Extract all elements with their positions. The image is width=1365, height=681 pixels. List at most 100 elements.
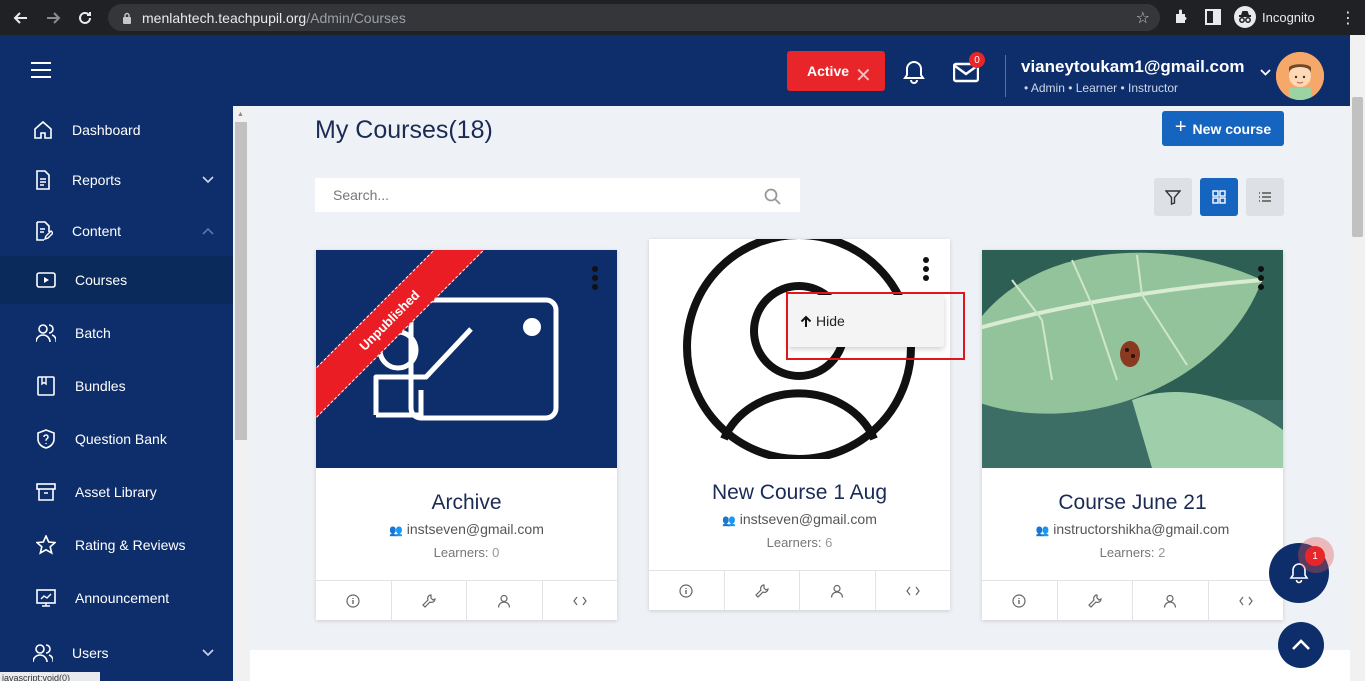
active-status-button[interactable]: Active ✕	[787, 51, 885, 91]
settings-button[interactable]	[1058, 581, 1133, 620]
bell-icon[interactable]	[903, 60, 925, 84]
sidebar-item-label: Batch	[75, 325, 111, 341]
info-button[interactable]	[649, 571, 725, 610]
filter-button[interactable]	[1154, 178, 1192, 216]
more-options-icon[interactable]	[1257, 266, 1265, 294]
sidebar-item-bundles[interactable]: Bundles	[0, 362, 233, 410]
sidebar-item-announcement[interactable]: Announcement	[0, 574, 233, 622]
learners-button[interactable]	[467, 581, 543, 620]
info-icon	[1012, 593, 1026, 608]
sidebar-item-content[interactable]: Content	[0, 207, 233, 255]
close-icon[interactable]: ✕	[855, 63, 872, 88]
user-email[interactable]: vianeytoukam1@gmail.com	[1021, 57, 1245, 77]
more-options-icon[interactable]	[591, 266, 599, 294]
page-scrollbar[interactable]	[1350, 35, 1365, 681]
report-icon	[36, 170, 50, 190]
code-icon	[906, 586, 920, 595]
bookmark-star-icon[interactable]: ☆	[1136, 8, 1150, 28]
info-button[interactable]	[982, 581, 1058, 620]
learners-count: 6	[825, 535, 833, 550]
scroll-to-top-button[interactable]	[1278, 622, 1324, 668]
sidebar-item-users[interactable]: Users	[0, 629, 233, 677]
mail-count-badge: 0	[969, 52, 985, 68]
reload-icon[interactable]	[74, 7, 96, 29]
sidebar-item-asset-library[interactable]: Asset Library	[0, 468, 233, 516]
sidebar-item-label: Question Bank	[75, 431, 167, 447]
user-icon	[498, 594, 511, 608]
course-owner-email: instseven@gmail.com	[406, 521, 544, 537]
course-thumbnail[interactable]	[982, 250, 1283, 468]
sidebar-item-label: Courses	[75, 272, 128, 288]
embed-button[interactable]	[876, 571, 951, 610]
star-icon	[36, 535, 56, 555]
course-actions	[649, 570, 950, 610]
chevron-down-icon[interactable]	[1260, 65, 1271, 79]
chevron-up-icon	[202, 227, 214, 235]
course-owner-email: instseven@gmail.com	[739, 511, 877, 527]
learners-count: 0	[492, 545, 500, 560]
settings-button[interactable]	[392, 581, 467, 620]
info-button[interactable]	[316, 581, 392, 620]
page-scrollbar-thumb[interactable]	[1352, 97, 1363, 237]
learners-label: Learners:	[433, 545, 489, 560]
top-header: Active ✕ 0 vianeytoukam1@gmail.com • Adm…	[0, 35, 1350, 106]
course-actions	[316, 580, 617, 620]
back-icon[interactable]	[10, 7, 32, 29]
settings-button[interactable]	[725, 571, 800, 610]
sidebar-item-reports[interactable]: Reports	[0, 156, 233, 204]
hamburger-menu-icon[interactable]	[31, 62, 51, 78]
code-icon	[573, 596, 587, 605]
course-title[interactable]: Archive	[316, 491, 617, 515]
announcement-chart-icon	[36, 589, 56, 607]
browser-menu-icon[interactable]: ⋮	[1340, 8, 1356, 28]
users-small-icon: 👥	[389, 525, 403, 537]
course-title[interactable]: New Course 1 Aug	[649, 481, 950, 505]
course-owner: 👥 instructorshikha@gmail.com	[982, 521, 1283, 537]
sidebar-item-label: Asset Library	[75, 484, 157, 500]
sidebar-item-rating-reviews[interactable]: Rating & Reviews	[0, 521, 233, 569]
learners-button[interactable]	[1133, 581, 1209, 620]
forward-icon[interactable]	[42, 7, 64, 29]
more-options-icon[interactable]	[922, 257, 930, 285]
sidebar-item-batch[interactable]: Batch	[0, 309, 233, 357]
sidebar-item-label: Bundles	[75, 378, 126, 394]
info-icon	[346, 593, 360, 608]
chevron-down-icon	[202, 176, 214, 184]
course-learners: Learners: 6	[649, 535, 950, 550]
content-panel	[250, 650, 1350, 681]
address-bar[interactable]: menlahtech.teachpupil.org /Admin/Courses…	[108, 4, 1160, 31]
learners-button[interactable]	[800, 571, 876, 610]
user-roles: • Admin • Learner • Instructor	[1024, 81, 1179, 95]
learners-count: 2	[1158, 545, 1166, 560]
sidebar-item-question-bank[interactable]: Question Bank	[0, 415, 233, 463]
scroll-up-arrow-icon[interactable]: ▲	[237, 111, 244, 118]
list-view-button[interactable]	[1246, 178, 1284, 216]
users-small-icon: 👥	[722, 515, 736, 527]
search-input[interactable]	[315, 178, 800, 212]
incognito-label: Incognito	[1262, 9, 1315, 25]
grid-view-button[interactable]	[1200, 178, 1238, 216]
sidebar-scrollbar[interactable]: ▲	[233, 106, 250, 681]
course-card[interactable]: Course June 21 👥 instructorshikha@gmail.…	[982, 250, 1283, 620]
active-status-label: Active	[807, 63, 850, 79]
sidebar-item-dashboard[interactable]: Dashboard	[0, 106, 233, 154]
extensions-icon[interactable]	[1173, 8, 1191, 26]
course-card[interactable]: Unpublished Archive 👥 instseven@gmail.co…	[316, 250, 617, 620]
sidebar-item-label: Dashboard	[72, 122, 141, 138]
sidebar-scrollbar-thumb[interactable]	[235, 122, 247, 440]
avatar[interactable]	[1276, 52, 1324, 100]
embed-button[interactable]	[543, 581, 618, 620]
new-course-button[interactable]: + New course	[1162, 111, 1284, 146]
users-group-icon	[36, 324, 56, 343]
course-learners: Learners: 2	[982, 545, 1283, 560]
plus-icon: +	[1174, 116, 1187, 138]
sidebar-item-courses[interactable]: Courses	[0, 256, 233, 304]
course-title[interactable]: Course June 21	[982, 491, 1283, 515]
highlight-box	[786, 292, 965, 360]
search-icon[interactable]	[764, 188, 781, 205]
incognito-indicator[interactable]: Incognito	[1234, 5, 1315, 29]
filter-icon	[1165, 190, 1181, 205]
sidebar-item-label: Users	[72, 645, 109, 661]
tab-search-icon[interactable]	[1204, 8, 1222, 26]
course-thumbnail[interactable]: Unpublished	[316, 250, 617, 468]
